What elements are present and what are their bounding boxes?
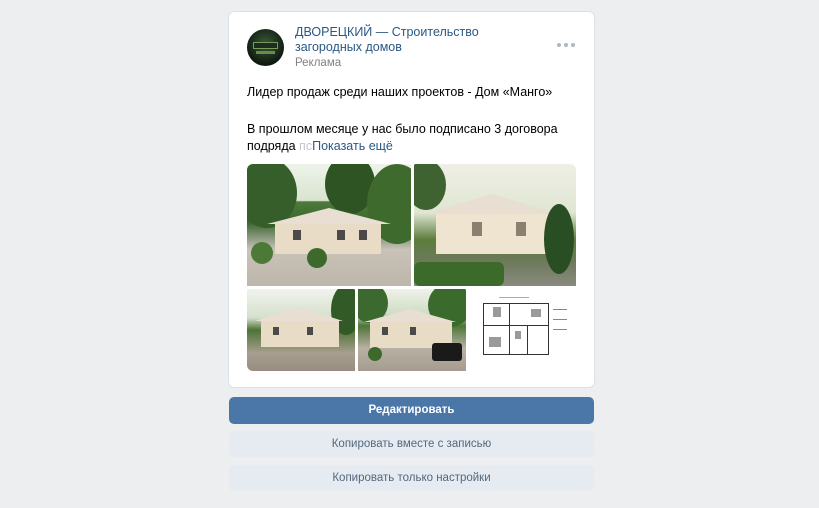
- more-dots-icon[interactable]: [557, 40, 575, 50]
- avatar-sign-graphic: [253, 42, 278, 49]
- community-avatar[interactable]: [247, 29, 284, 66]
- post-photo-2[interactable]: [414, 164, 576, 286]
- post-photo-4[interactable]: [358, 289, 466, 371]
- post-photo-5-floor-plan[interactable]: [469, 289, 576, 371]
- community-name-link[interactable]: ДВОРЕЦКИЙ — Строительство загородных дом…: [295, 25, 515, 55]
- post-text-line2: В прошлом месяце у нас было подписано 3 …: [247, 121, 577, 155]
- avatar-sign-graphic-bar: [256, 51, 275, 54]
- post-text-faded: пс: [299, 139, 313, 153]
- post-text-main: В прошлом месяце у нас было подписано 3 …: [247, 122, 558, 153]
- sponsored-label: Реклама: [295, 57, 342, 69]
- edit-button[interactable]: Редактировать: [229, 397, 594, 424]
- ad-post-card: ДВОРЕЦКИЙ — Строительство загородных дом…: [228, 11, 595, 388]
- copy-settings-only-button[interactable]: Копировать только настройки: [229, 465, 594, 491]
- post-photo-1[interactable]: [247, 164, 411, 286]
- post-photo-3[interactable]: [247, 289, 355, 371]
- copy-with-post-button[interactable]: Копировать вместе с записью: [229, 431, 594, 457]
- post-text-line1: Лидер продаж среди наших проектов - Дом …: [247, 85, 553, 99]
- show-more-link[interactable]: Показать ещё: [312, 139, 393, 153]
